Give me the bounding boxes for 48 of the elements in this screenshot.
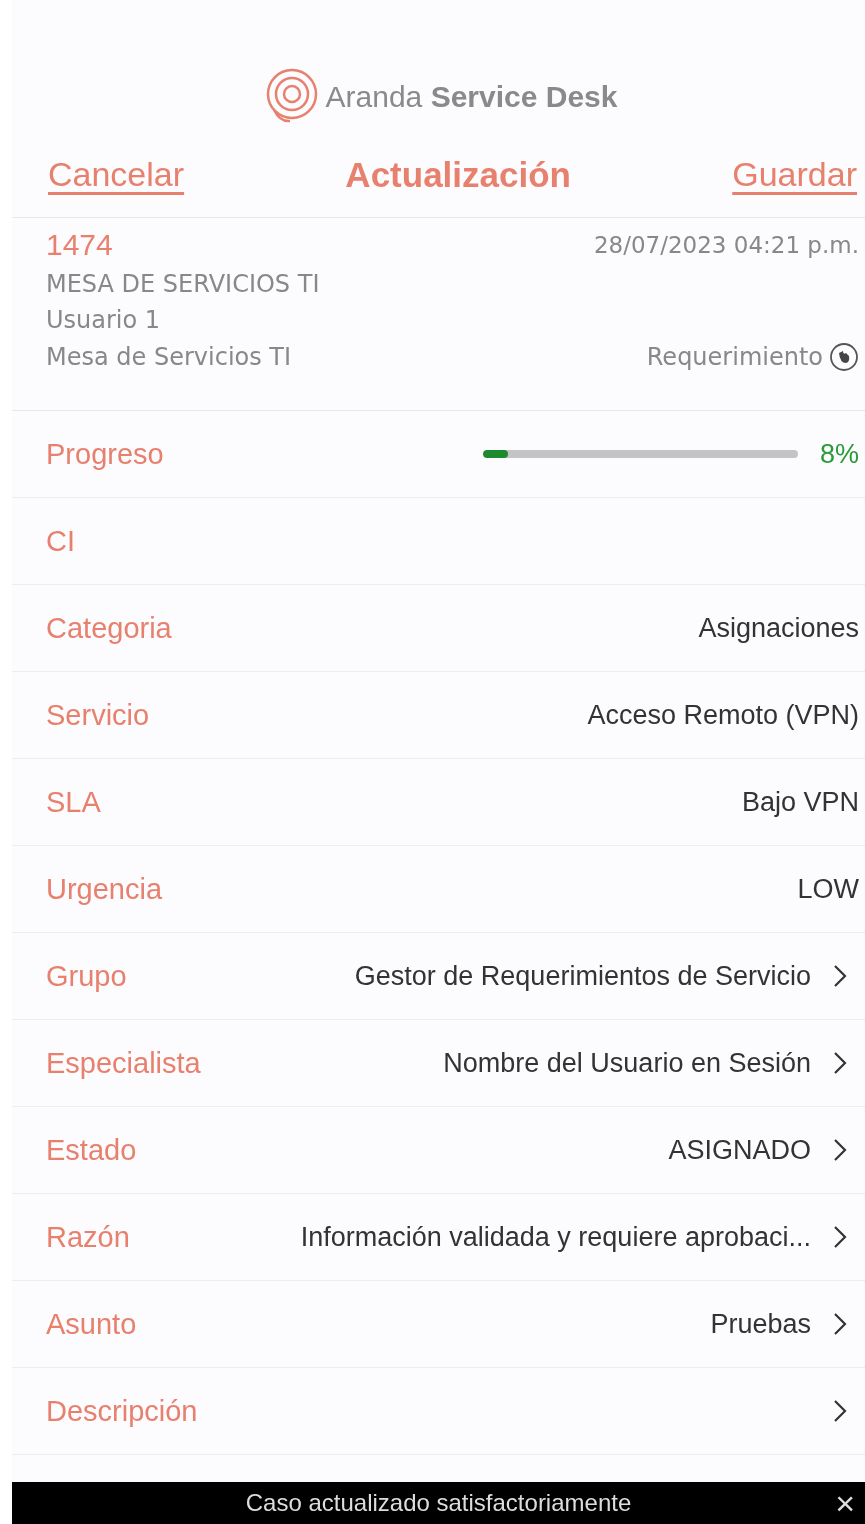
field-row[interactable]: Especialista Nombre del Usuario en Sesión xyxy=(12,1020,865,1107)
field-row[interactable]: Asunto Pruebas xyxy=(12,1281,865,1368)
field-row[interactable]: Estado ASIGNADO xyxy=(12,1107,865,1194)
chevron-icon xyxy=(833,1138,847,1162)
toast-message: Caso actualizado satisfactoriamente xyxy=(245,1489,632,1517)
progress-reading: 8% xyxy=(819,438,859,470)
field-label: Especialista xyxy=(46,1046,201,1080)
field-row[interactable]: Servicio Acceso Remoto (VPN) xyxy=(12,672,865,759)
field-row[interactable]: SLA Bajo VPN xyxy=(12,759,865,846)
field-label: Asunto xyxy=(46,1307,137,1341)
field-value: Pruebas xyxy=(710,1308,811,1340)
brand-name: Aranda Service Desk xyxy=(325,80,618,114)
service-desk-name: MESA DE SERVICIOS TI xyxy=(46,270,321,298)
field-value: Bajo VPN xyxy=(741,786,859,818)
user-name: Usuario 1 xyxy=(46,306,162,334)
field-label: Progreso xyxy=(46,437,164,471)
field-value: Nombre del Usuario en Sesión xyxy=(443,1047,811,1079)
field-row[interactable]: Razón Información validada y requiere aprobaci... xyxy=(12,1194,865,1281)
chevron-icon xyxy=(833,1312,847,1336)
field-label: Urgencia xyxy=(46,872,163,906)
field-row[interactable]: Categoria Asignaciones xyxy=(12,585,865,672)
request-type-icon xyxy=(829,342,859,372)
field-label: Estado xyxy=(46,1133,137,1167)
field-label: Categoria xyxy=(46,611,172,645)
field-value: Asignaciones xyxy=(698,612,859,644)
field-label: Razón xyxy=(46,1220,130,1254)
field-value: LOW xyxy=(797,873,859,905)
chevron-icon xyxy=(833,1051,847,1075)
case-number: 1474 xyxy=(46,228,113,262)
chevron-icon xyxy=(833,1399,847,1423)
field-label: CI xyxy=(46,524,75,558)
case-type: Requerimiento xyxy=(646,343,823,371)
project-name: Mesa de Servicios TI xyxy=(46,343,292,371)
field-label: Descripción xyxy=(46,1394,198,1428)
field-label: SLA xyxy=(46,785,101,819)
chevron-icon xyxy=(833,964,847,988)
field-row[interactable]: Urgencia LOW xyxy=(12,846,865,933)
field-value: Acceso Remoto (VPN) xyxy=(587,699,859,731)
field-label: Servicio xyxy=(46,698,150,732)
field-value: Gestor de Requerimientos de Servicio xyxy=(354,960,811,992)
field-label: Grupo xyxy=(46,959,127,993)
screen-title: Actualización xyxy=(345,154,571,195)
chevron-icon xyxy=(833,1225,847,1249)
field-value: ASIGNADO xyxy=(668,1134,811,1166)
case-date: 28/07/2023 04:21 p.m. xyxy=(593,232,859,258)
field-row[interactable]: Grupo Gestor de Requerimientos de Servicio xyxy=(12,933,865,1020)
field-value: Información validada y requiere aprobaci... xyxy=(300,1221,811,1253)
close-button[interactable]: × xyxy=(829,1482,861,1524)
